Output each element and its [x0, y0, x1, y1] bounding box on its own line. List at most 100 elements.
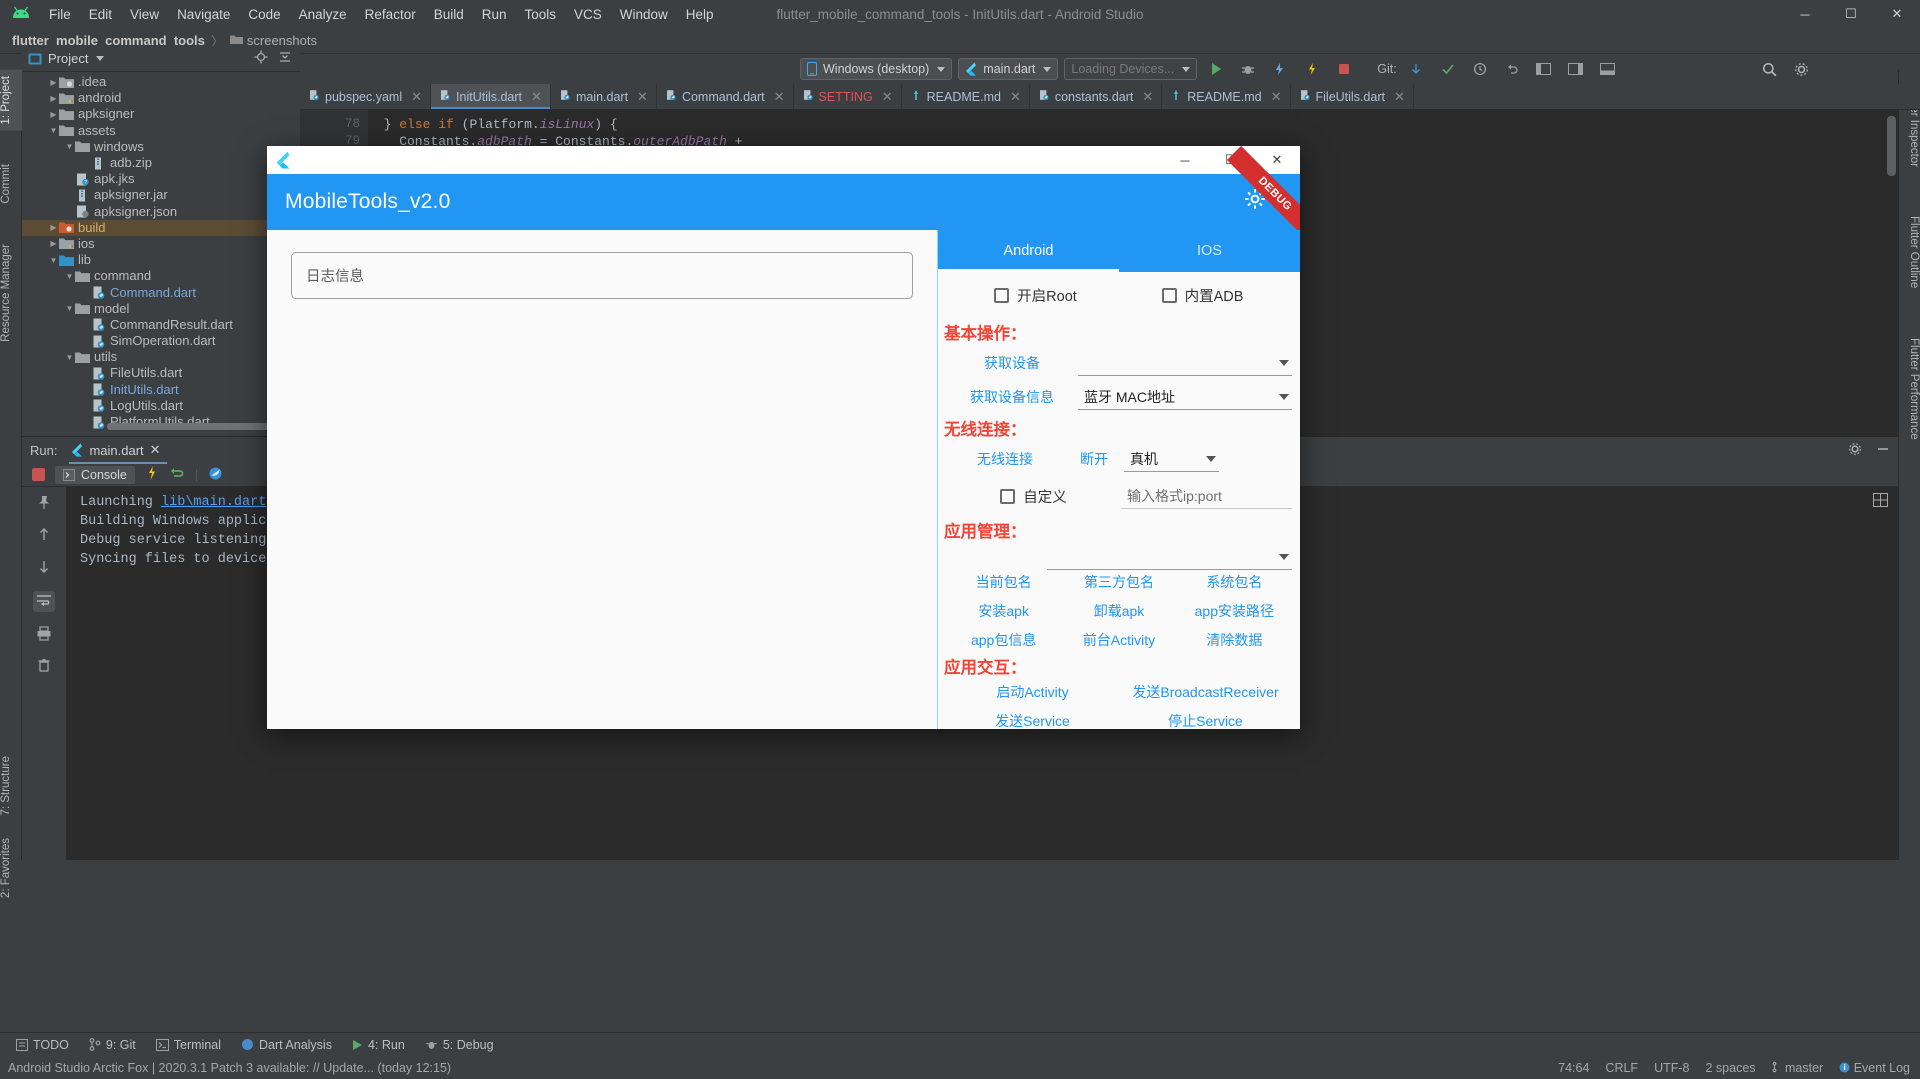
tree-item[interactable]: apksigner.json	[22, 204, 300, 220]
checkbox-builtin-adb-box[interactable]	[1161, 287, 1177, 303]
button-app-package-info[interactable]: app包信息	[946, 630, 1061, 650]
tree-item[interactable]: ▼ command	[22, 268, 300, 284]
git-history-icon[interactable]	[1467, 57, 1493, 81]
editor-tab[interactable]: SETTING ✕	[794, 84, 902, 109]
button-current-package[interactable]: 当前包名	[946, 572, 1061, 592]
close-icon[interactable]: ✕	[882, 89, 893, 105]
dropdown-device[interactable]	[1078, 350, 1292, 376]
tree-item[interactable]: CommandResult.dart	[22, 317, 300, 333]
chevron-right-icon[interactable]: ▶	[48, 110, 59, 119]
chevron-down-icon[interactable]: ▼	[64, 353, 75, 362]
run-config-combo[interactable]: main.dart	[958, 58, 1059, 80]
flutter-devtools-icon[interactable]	[208, 466, 223, 484]
button-send-broadcast[interactable]: 发送BroadcastReceiver	[1119, 682, 1292, 702]
menu-help[interactable]: Help	[677, 4, 723, 25]
hot-restart-icon[interactable]	[169, 465, 185, 484]
chevron-down-icon[interactable]: ▼	[48, 126, 59, 135]
tree-item[interactable]: ▶ build	[22, 219, 300, 236]
run-tab-main-dart[interactable]: main.dart ✕	[67, 439, 168, 464]
dropdown-device-info[interactable]: 蓝牙 MAC地址	[1078, 384, 1292, 410]
editor-tab[interactable]: README.md ✕	[1162, 84, 1291, 109]
git-branch[interactable]: master	[1772, 1061, 1823, 1075]
status-item-todo[interactable]: TODO	[8, 1036, 77, 1054]
menu-code[interactable]: Code	[239, 4, 289, 25]
menu-window[interactable]: Window	[611, 4, 677, 25]
checkbox-custom-box[interactable]	[1000, 488, 1016, 504]
button-uninstall-apk[interactable]: 卸载apk	[1061, 601, 1176, 621]
collapse-all-icon[interactable]	[276, 50, 294, 67]
editor-scrollbar[interactable]	[1887, 116, 1896, 176]
git-rollback-icon[interactable]	[1499, 57, 1525, 81]
caret-position[interactable]: 74:64	[1558, 1061, 1589, 1075]
tab-console[interactable]: Console	[55, 465, 135, 484]
tree-item[interactable]: ▶ .idea	[22, 74, 300, 90]
close-icon[interactable]: ✕	[1394, 89, 1405, 105]
status-item-debug[interactable]: 5: Debug	[417, 1036, 502, 1054]
editor-tab[interactable]: InitUtils.dart ✕	[431, 84, 551, 109]
button-install-apk[interactable]: 安装apk	[946, 601, 1061, 621]
soft-wrap-icon[interactable]	[33, 591, 55, 612]
editor-tab[interactable]: FileUtils.dart ✕	[1291, 84, 1414, 109]
maximize-button[interactable]: ☐	[1828, 0, 1874, 28]
delete-icon[interactable]	[37, 658, 51, 676]
close-icon[interactable]: ✕	[1010, 89, 1021, 105]
git-commit-icon[interactable]	[1435, 57, 1461, 81]
checkbox-custom[interactable]: 自定义	[946, 486, 1121, 507]
chevron-down-icon[interactable]: ▼	[64, 272, 75, 281]
chevron-right-icon[interactable]: ▶	[48, 239, 59, 248]
tree-item[interactable]: SimOperation.dart	[22, 333, 300, 349]
editor-tab[interactable]: Command.dart ✕	[657, 84, 794, 109]
close-icon[interactable]: ✕	[531, 89, 542, 105]
close-icon[interactable]: ✕	[411, 89, 422, 105]
chevron-down-icon[interactable]: ▼	[48, 256, 59, 265]
button-get-device-info[interactable]: 获取设备信息	[946, 387, 1078, 407]
menu-navigate[interactable]: Navigate	[168, 4, 239, 25]
status-item-run[interactable]: 4: Run	[344, 1036, 413, 1054]
menu-refactor[interactable]: Refactor	[356, 4, 425, 25]
menu-vcs[interactable]: VCS	[565, 4, 611, 25]
status-item-terminal[interactable]: Terminal	[148, 1036, 229, 1054]
log-textarea[interactable]: 日志信息	[291, 252, 913, 299]
search-icon[interactable]	[1757, 57, 1783, 81]
chevron-down-icon[interactable]: ▼	[64, 304, 75, 313]
tree-item[interactable]: ▶ ios	[22, 236, 300, 252]
layout-icon-2[interactable]	[1563, 57, 1589, 81]
console-grid-icon[interactable]	[1873, 493, 1888, 510]
button-stop-service[interactable]: 停止Service	[1119, 711, 1292, 729]
button-get-device[interactable]: 获取设备	[946, 353, 1078, 373]
tree-item[interactable]: FileUtils.dart	[22, 365, 300, 381]
button-foreground-activity[interactable]: 前台Activity	[1061, 630, 1176, 650]
button-wireless-connect[interactable]: 无线连接	[946, 449, 1064, 469]
menu-file[interactable]: File	[40, 4, 80, 25]
event-log[interactable]: Event Log	[1839, 1061, 1910, 1075]
tree-item[interactable]: InitUtils.dart	[22, 382, 300, 398]
layout-icon-1[interactable]	[1531, 57, 1557, 81]
hide-panel-icon[interactable]	[1876, 442, 1890, 459]
tree-item[interactable]: adb.zip	[22, 155, 300, 171]
button-app-install-path[interactable]: app安装路径	[1177, 601, 1292, 621]
tab-ios[interactable]: IOS	[1119, 230, 1300, 272]
app-minimize-button[interactable]: ─	[1162, 146, 1208, 174]
tree-item[interactable]: ▼ assets	[22, 123, 300, 139]
status-item-dart-analysis[interactable]: Dart Analysis	[233, 1036, 340, 1054]
tab-android[interactable]: Android	[938, 230, 1119, 272]
chevron-down-icon[interactable]	[96, 56, 105, 61]
indent-setting[interactable]: 2 spaces	[1706, 1061, 1756, 1075]
device-target-combo[interactable]: Windows (desktop)	[800, 58, 953, 80]
layout-icon-3[interactable]	[1595, 57, 1621, 81]
editor-tab[interactable]: README.md ✕	[902, 84, 1030, 109]
editor-tab[interactable]: main.dart ✕	[551, 84, 657, 109]
chevron-right-icon[interactable]: ▶	[48, 94, 59, 103]
tree-item[interactable]: ▶ apksigner	[22, 106, 300, 122]
locate-icon[interactable]	[252, 50, 270, 67]
hot-reload-icon[interactable]	[145, 465, 159, 484]
input-ip-port[interactable]: 输入格式ip:port	[1121, 483, 1292, 509]
tree-item[interactable]: ▼ windows	[22, 139, 300, 155]
print-icon[interactable]	[36, 626, 52, 644]
sidebar-item-resource-manager[interactable]: Resource Manager	[0, 238, 22, 348]
tree-item[interactable]: apksigner.jar	[22, 187, 300, 203]
sidebar-item-favorites[interactable]: 2: Favorites	[0, 832, 22, 904]
hot-reload-button[interactable]	[1299, 57, 1325, 81]
editor-tab[interactable]: constants.dart ✕	[1030, 84, 1163, 109]
checkbox-builtin-adb[interactable]: 内置ADB	[1119, 285, 1286, 306]
